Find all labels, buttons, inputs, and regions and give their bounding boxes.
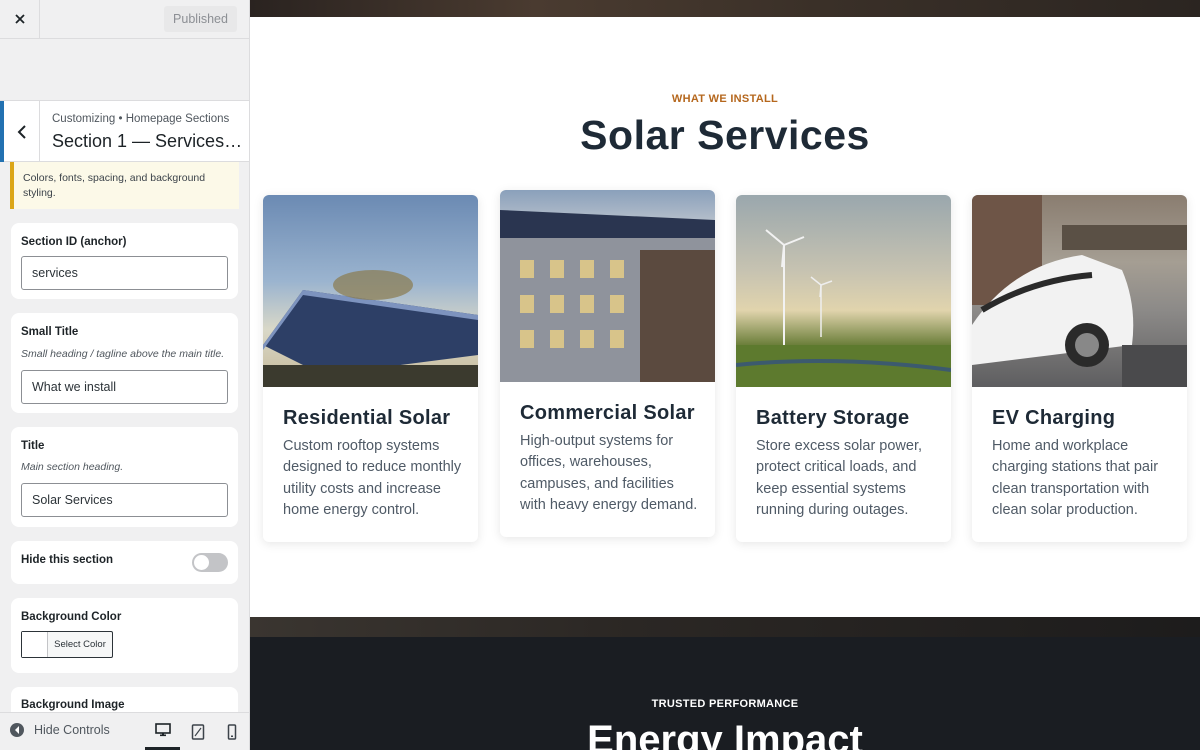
customizer-footer: Hide Controls bbox=[0, 712, 249, 750]
service-card-ev: EV Charging Home and workplace charging … bbox=[972, 195, 1187, 542]
back-button[interactable] bbox=[0, 101, 40, 162]
commercial-solar-image bbox=[500, 190, 715, 382]
collapse-icon bbox=[10, 723, 24, 737]
customizer-header: Published bbox=[0, 0, 249, 39]
select-color-label: Select Color bbox=[54, 639, 106, 650]
small-title-label: Small Title bbox=[21, 326, 79, 338]
background-color-label: Background Color bbox=[21, 611, 122, 623]
section-notice: Colors, fonts, spacing, and background s… bbox=[10, 162, 239, 209]
service-description: High-output systems for offices, warehou… bbox=[520, 433, 698, 513]
mobile-icon bbox=[227, 724, 236, 740]
section-id-label: Section ID (anchor) bbox=[21, 236, 127, 248]
previous-section-image bbox=[250, 0, 1200, 17]
next-section-eyebrow: TRUSTED PERFORMANCE bbox=[651, 698, 799, 710]
service-description: Custom rooftop systems designed to reduc… bbox=[283, 438, 462, 518]
tablet-preview-button[interactable] bbox=[180, 713, 215, 750]
close-customizer-button[interactable] bbox=[0, 0, 40, 38]
site-preview: WHAT WE INSTALL Solar Services Residenti… bbox=[250, 0, 1200, 750]
hide-section-control: Hide this section bbox=[11, 541, 238, 584]
background-image-label: Background Image bbox=[21, 699, 125, 711]
service-card-battery: Battery Storage Store excess solar power… bbox=[736, 195, 951, 542]
service-title: EV Charging bbox=[992, 407, 1116, 429]
select-color-button[interactable]: Select Color bbox=[21, 631, 113, 658]
desktop-preview-button[interactable] bbox=[145, 713, 180, 750]
desktop-icon bbox=[154, 723, 171, 737]
service-description: Home and workplace charging stations tha… bbox=[992, 438, 1159, 518]
mobile-preview-button[interactable] bbox=[214, 713, 249, 750]
title-input[interactable] bbox=[21, 483, 228, 517]
section-title: Section 1 — Services Section bbox=[52, 131, 244, 151]
breadcrumb: Customizing • Homepage Sections bbox=[52, 113, 230, 125]
service-description: Store excess solar power, protect critic… bbox=[756, 438, 923, 518]
small-title-description: Small heading / tagline above the main t… bbox=[21, 348, 225, 360]
small-title-input[interactable] bbox=[21, 370, 228, 404]
section-heading: Solar Services bbox=[580, 112, 870, 158]
residential-solar-image bbox=[263, 195, 478, 387]
hide-controls-button[interactable]: Hide Controls bbox=[10, 723, 110, 737]
close-icon bbox=[14, 14, 25, 24]
background-color-control: Background Color Select Color bbox=[11, 598, 238, 673]
next-section-image bbox=[250, 617, 1200, 637]
next-section-heading: Energy Impact bbox=[587, 718, 863, 750]
service-title: Residential Solar bbox=[283, 407, 451, 429]
title-control: Title Main section heading. bbox=[11, 427, 238, 527]
hide-controls-label: Hide Controls bbox=[34, 723, 110, 737]
hide-section-toggle[interactable] bbox=[192, 553, 228, 572]
service-card-residential: Residential Solar Custom rooftop systems… bbox=[263, 195, 478, 542]
ev-charging-image bbox=[972, 195, 1187, 387]
publish-button[interactable]: Published bbox=[164, 6, 237, 32]
service-title: Commercial Solar bbox=[520, 402, 695, 424]
service-title: Battery Storage bbox=[756, 407, 910, 429]
chevron-left-icon bbox=[17, 124, 26, 139]
section-header: Customizing • Homepage Sections Section … bbox=[0, 100, 249, 162]
section-id-input[interactable] bbox=[21, 256, 228, 290]
service-card-commercial: Commercial Solar High-output systems for… bbox=[500, 190, 715, 537]
title-label: Title bbox=[21, 440, 45, 452]
battery-storage-image bbox=[736, 195, 951, 387]
tablet-icon bbox=[191, 724, 204, 740]
section-eyebrow: WHAT WE INSTALL bbox=[671, 93, 779, 105]
section-id-control: Section ID (anchor) bbox=[11, 223, 238, 299]
customizer-sidebar: Published Customizing • Homepage Section… bbox=[0, 0, 250, 750]
color-swatch bbox=[22, 632, 48, 657]
toggle-knob bbox=[194, 555, 209, 570]
title-description: Main section heading. bbox=[21, 461, 124, 473]
small-title-control: Small Title Small heading / tagline abov… bbox=[11, 313, 238, 413]
hide-section-label: Hide this section bbox=[21, 554, 114, 566]
